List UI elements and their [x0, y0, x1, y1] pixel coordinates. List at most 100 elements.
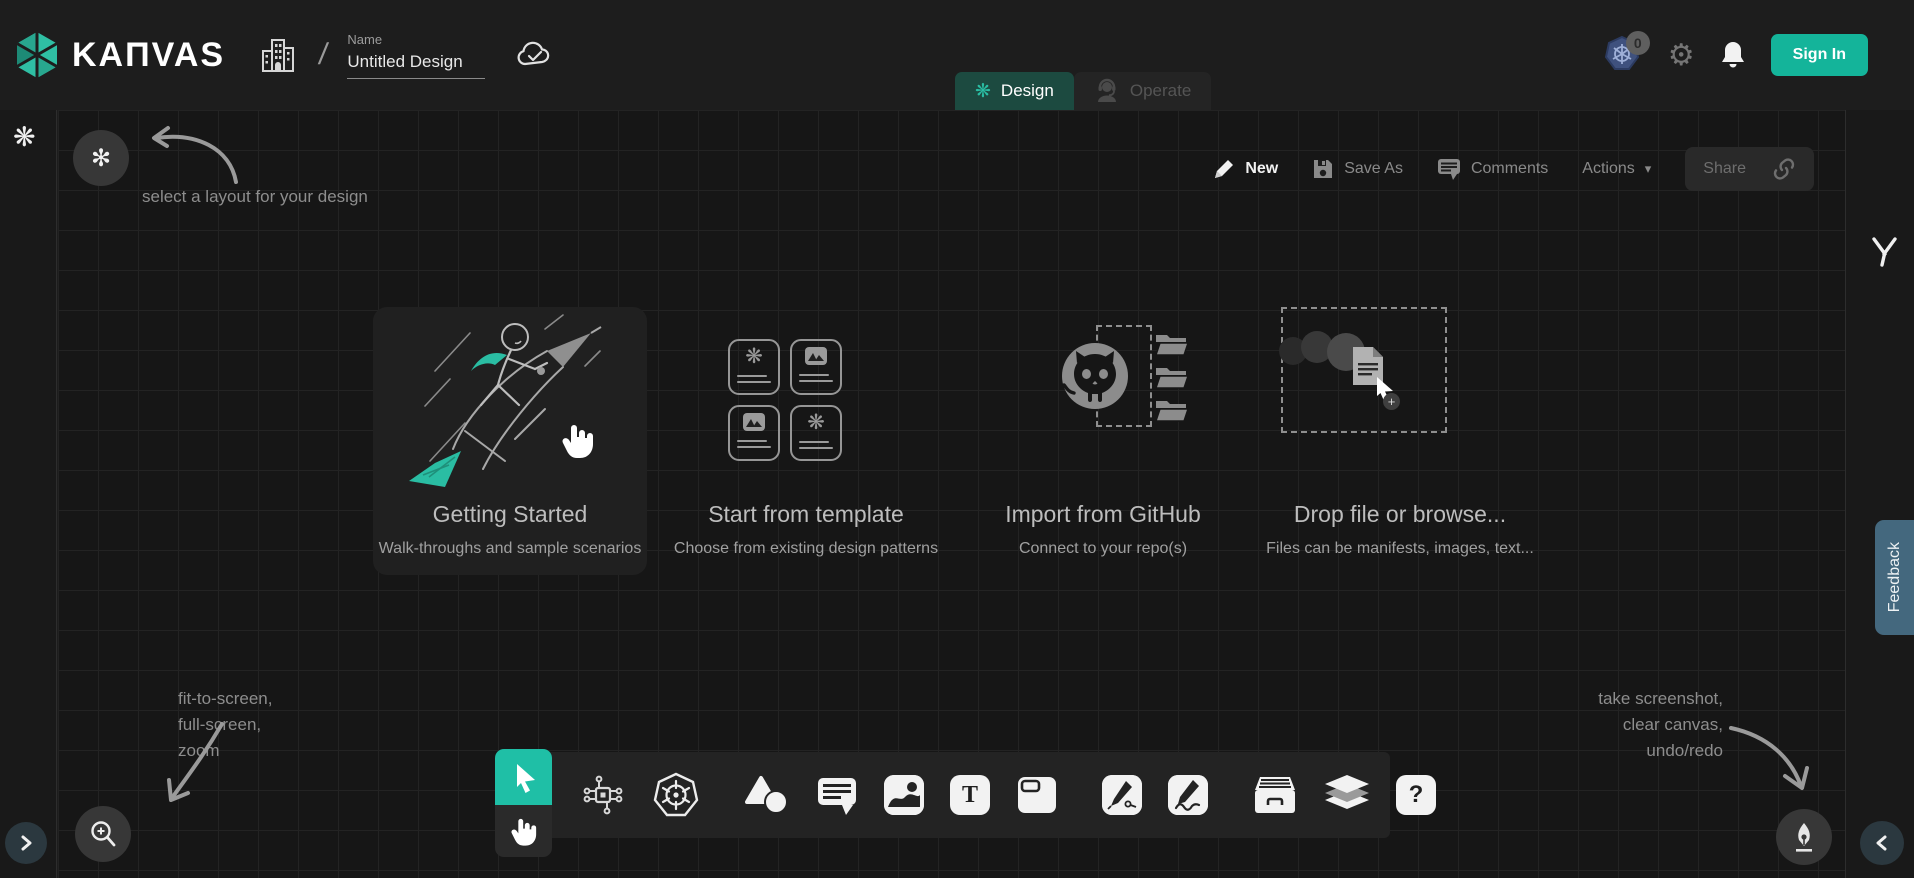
design-name-input[interactable] [347, 50, 485, 79]
hand-icon [509, 814, 539, 848]
template-tile-image [790, 339, 842, 395]
hint-line: undo/redo [1598, 738, 1723, 764]
cursor-arrow-icon [509, 761, 539, 793]
hand-tool[interactable] [495, 805, 552, 857]
brand-name: KAΠVAS [72, 36, 225, 75]
chevron-right-icon [16, 833, 36, 853]
save-as-button[interactable]: Save As [1312, 158, 1403, 180]
share-link-icon [1772, 158, 1796, 180]
notifications-bell-icon[interactable] [1719, 39, 1747, 71]
tab-design[interactable]: ❋ Design [955, 72, 1074, 110]
select-layout-button[interactable]: ✻ [73, 130, 129, 186]
hand-cursor-icon [561, 419, 595, 461]
pencil-draw-tool[interactable] [1168, 775, 1208, 815]
sign-in-button[interactable]: Sign In [1771, 34, 1868, 76]
image-tool[interactable] [884, 775, 924, 815]
card-subtitle: Connect to your repo(s) [1019, 540, 1187, 558]
getting-started-card[interactable]: Getting Started Walk-throughs and sample… [373, 307, 647, 575]
pen-path-icon [1102, 775, 1142, 815]
pencil-new-icon [1213, 158, 1235, 180]
text-tool-glyph: T [962, 782, 978, 809]
node-graph-icon [580, 772, 626, 818]
template-tile-image [728, 405, 780, 461]
layout-flower-icon: ✻ [91, 144, 111, 173]
tab-operate[interactable]: Operate [1074, 72, 1211, 110]
validator-y-icon[interactable] [1866, 234, 1902, 270]
tab-design-label: Design [1001, 81, 1054, 101]
name-label: Name [347, 32, 485, 47]
folder-icon [1154, 364, 1190, 390]
import-from-github-card[interactable]: Import from GitHub Connect to your repo(… [966, 307, 1240, 575]
dropzone-dashed-frame: + [1281, 307, 1447, 433]
credits-indicator[interactable]: 0 [1604, 35, 1644, 75]
drop-file-card[interactable]: + Drop file or browse... Files can be ma… [1263, 307, 1537, 575]
kubernetes-tool[interactable] [652, 771, 700, 819]
comment-tool[interactable] [816, 774, 858, 816]
card-subtitle: Choose from existing design patterns [674, 540, 938, 558]
share-button[interactable]: Share [1685, 147, 1814, 191]
feedback-tab[interactable]: Feedback [1875, 520, 1914, 635]
kubernetes-helm-icon [652, 771, 700, 819]
mode-tabs: ❋ Design Operate [955, 72, 1211, 110]
right-sidebar [1845, 110, 1914, 878]
archive-tool[interactable] [1252, 775, 1298, 815]
canvas-toolbar: New Save As [1213, 146, 1814, 192]
pencil-scribble-icon [1168, 775, 1208, 815]
help-tool-glyph: ? [1409, 781, 1424, 809]
actions-dropdown[interactable]: Actions ▾ [1582, 160, 1651, 178]
start-from-template-card[interactable]: ❋ [669, 307, 943, 575]
sidebar-spiral-icon[interactable]: ❋ [13, 124, 36, 151]
credits-badge: 0 [1626, 31, 1650, 55]
hint-line: take screenshot, [1598, 686, 1723, 712]
card-subtitle: Files can be manifests, images, text... [1266, 540, 1534, 558]
note-window-icon [1016, 775, 1058, 815]
pen-path-tool[interactable] [1102, 775, 1142, 815]
node-graph-tool[interactable] [580, 772, 626, 818]
zoom-controls-button[interactable] [75, 806, 131, 862]
plus-badge-icon: + [1383, 393, 1400, 410]
save-as-label: Save As [1344, 160, 1403, 178]
annotation-pen-button[interactable] [1776, 809, 1832, 865]
new-button[interactable]: New [1213, 158, 1278, 180]
kanvas-logo-icon[interactable] [12, 30, 62, 80]
comment-box-icon [816, 774, 858, 816]
comments-button[interactable]: Comments [1437, 158, 1548, 180]
organize-tools-group: ? [1230, 752, 1458, 838]
image-icon [804, 346, 828, 366]
folder-icon [1154, 331, 1190, 357]
hint-line: clear canvas, [1598, 712, 1723, 738]
help-tool[interactable]: ? [1396, 775, 1436, 815]
github-octocat-icon [1060, 341, 1130, 413]
note-tool[interactable] [1016, 775, 1058, 815]
share-label: Share [1703, 160, 1746, 178]
image-tool-icon [884, 775, 924, 815]
card-title: Getting Started [433, 501, 588, 528]
screenshot-hint-arrow [1713, 718, 1818, 808]
text-tool[interactable]: T [950, 775, 990, 815]
magnifier-plus-icon [88, 819, 118, 849]
expand-right-panel-button[interactable] [1860, 821, 1904, 865]
feedback-label: Feedback [1886, 542, 1904, 612]
pointer-tool-group [495, 749, 552, 857]
building-icon[interactable] [259, 35, 297, 75]
spiral-icon: ❋ [807, 412, 825, 433]
settings-gear-icon[interactable]: ⚙ [1668, 38, 1695, 73]
kanvas-app: KAΠVAS / Name [0, 0, 1914, 878]
spiral-icon: ❋ [745, 346, 763, 367]
content-tools-group: T [722, 752, 1080, 838]
folder-icon [1154, 397, 1190, 423]
design-canvas[interactable]: ✻ select a layout for your design New [58, 110, 1845, 878]
github-illustration [966, 307, 1240, 499]
image-icon [742, 412, 766, 432]
screenshot-hint-text: take screenshot, clear canvas, undo/redo [1598, 686, 1723, 764]
document-drop-icon: + [1351, 345, 1405, 408]
left-sidebar: ❋ [0, 110, 57, 878]
operate-headset-icon [1094, 78, 1120, 104]
hint-line: fit-to-screen, [178, 686, 272, 712]
layers-tool[interactable] [1324, 773, 1370, 817]
shapes-tool[interactable] [744, 775, 790, 815]
expand-left-panel-button[interactable] [5, 822, 47, 864]
card-title: Drop file or browse... [1294, 501, 1506, 528]
logo-cluster: KAΠVAS / Name [12, 0, 555, 110]
select-tool[interactable] [495, 749, 552, 805]
